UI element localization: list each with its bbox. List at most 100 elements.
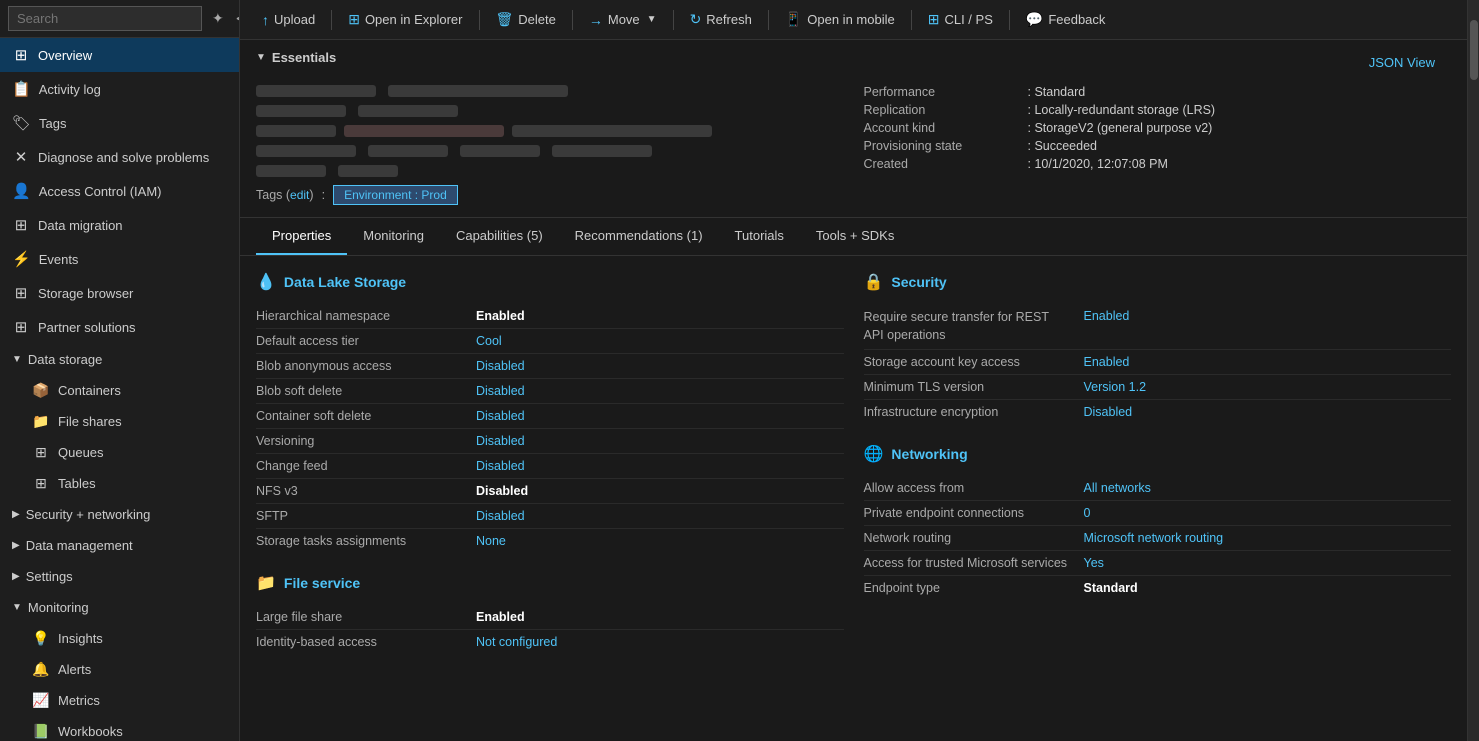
prop-sftp-key: SFTP — [256, 509, 476, 523]
sidebar-item-tables[interactable]: ⊞ Tables — [0, 468, 239, 499]
alerts-label: Alerts — [58, 662, 91, 677]
containers-icon: 📦 — [32, 382, 50, 399]
prop-blob-anonymous-key: Blob anonymous access — [256, 359, 476, 373]
metrics-label: Metrics — [58, 693, 100, 708]
essentials-row-5 — [256, 165, 844, 177]
prop-trusted-services: Access for trusted Microsoft services Ye… — [864, 551, 1452, 576]
file-service-title: 📁 File service — [256, 573, 844, 593]
toolbar-divider-5 — [768, 10, 769, 30]
prop-identity-access-value[interactable]: Not configured — [476, 635, 844, 649]
essentials-title: Essentials — [272, 50, 336, 65]
sidebar-item-partner-solutions[interactable]: ⊞ Partner solutions — [0, 310, 239, 344]
open-explorer-icon: ⊞ — [348, 11, 360, 28]
delete-button[interactable]: 🗑 Delete — [486, 6, 566, 33]
tags-row: Tags (edit) : Environment : Prod — [256, 185, 1451, 205]
tab-monitoring[interactable]: Monitoring — [347, 218, 440, 255]
security-section: 🔒 Security Require secure transfer for R… — [864, 272, 1452, 424]
sidebar-section-monitoring[interactable]: ▼ Monitoring — [0, 592, 239, 623]
sidebar-item-file-shares[interactable]: 📁 File shares — [0, 406, 239, 437]
sidebar-item-metrics[interactable]: 📈 Metrics — [0, 685, 239, 716]
sidebar-item-diagnose[interactable]: ✕ Diagnose and solve problems — [0, 140, 239, 174]
prop-container-soft-delete: Container soft delete Disabled — [256, 404, 844, 429]
sidebar-section-data-management[interactable]: ▶ Data management — [0, 530, 239, 561]
settings-label: Settings — [26, 569, 73, 584]
sidebar-item-access-control[interactable]: 👤 Access Control (IAM) — [0, 174, 239, 208]
sidebar-item-insights[interactable]: 💡 Insights — [0, 623, 239, 654]
blurred-field-4d — [552, 145, 652, 157]
prop-allow-access-value[interactable]: All networks — [1084, 481, 1452, 495]
essentials-section: ▼ Essentials JSON View — [240, 40, 1467, 218]
refresh-button[interactable]: ↻ Refresh — [680, 6, 762, 33]
workbooks-icon: 📗 — [32, 723, 50, 740]
prop-storage-key-access-key: Storage account key access — [864, 355, 1084, 369]
json-view-link[interactable]: JSON View — [1369, 55, 1435, 70]
open-explorer-button[interactable]: ⊞ Open in Explorer — [338, 6, 472, 33]
feedback-button[interactable]: 💬 Feedback — [1016, 6, 1116, 33]
prop-versioning: Versioning Disabled — [256, 429, 844, 454]
prop-network-routing: Network routing Microsoft network routin… — [864, 526, 1452, 551]
storage-browser-icon: ⊞ — [12, 284, 30, 302]
scrollbar-thumb[interactable] — [1470, 20, 1478, 80]
search-input[interactable] — [8, 6, 202, 31]
sidebar-item-alerts[interactable]: 🔔 Alerts — [0, 654, 239, 685]
open-mobile-button[interactable]: 📱 Open in mobile — [775, 6, 905, 33]
vertical-scrollbar[interactable] — [1467, 0, 1479, 741]
blurred-field-4c — [460, 145, 540, 157]
essentials-prop-performance: Performance : Standard — [864, 85, 1452, 99]
prop-min-tls-value[interactable]: Version 1.2 — [1084, 380, 1452, 394]
prop-private-endpoint-value[interactable]: 0 — [1084, 506, 1452, 520]
prop-large-file-share-key: Large file share — [256, 610, 476, 624]
tab-tools-sdks[interactable]: Tools + SDKs — [800, 218, 910, 255]
networking-table: Allow access from All networks Private e… — [864, 476, 1452, 600]
tab-tutorials[interactable]: Tutorials — [719, 218, 800, 255]
tab-recommendations[interactable]: Recommendations (1) — [559, 218, 719, 255]
sidebar-section-settings[interactable]: ▶ Settings — [0, 561, 239, 592]
sidebar-item-events-label: Events — [39, 252, 79, 267]
blurred-field-5b — [338, 165, 398, 177]
prop-trusted-services-value[interactable]: Yes — [1084, 556, 1452, 570]
tags-edit-link[interactable]: edit — [290, 188, 309, 202]
toolbar-divider-6 — [911, 10, 912, 30]
security-section-icon: 🔒 — [864, 272, 884, 292]
prop-storage-key-access-value[interactable]: Enabled — [1084, 355, 1452, 369]
file-service-label: File service — [284, 575, 360, 591]
tab-properties[interactable]: Properties — [256, 218, 347, 255]
collapse-button[interactable]: ≪ — [232, 8, 240, 29]
sidebar-item-storage-browser[interactable]: ⊞ Storage browser — [0, 276, 239, 310]
toolbar-divider-2 — [479, 10, 480, 30]
sidebar-item-overview[interactable]: ⊞ Overview — [0, 38, 239, 72]
sidebar-item-tags[interactable]: 🏷 Tags — [0, 106, 239, 140]
prop-default-access-tier-value[interactable]: Cool — [476, 334, 844, 348]
sidebar-section-security-networking[interactable]: ▶ Security + networking — [0, 499, 239, 530]
sidebar-item-workbooks[interactable]: 📗 Workbooks — [0, 716, 239, 741]
prop-storage-tasks-value[interactable]: None — [476, 534, 844, 548]
sidebar-item-data-migration[interactable]: ⊞ Data migration — [0, 208, 239, 242]
upload-button[interactable]: ↑ Upload — [252, 7, 325, 33]
tag-badge[interactable]: Environment : Prod — [333, 185, 458, 205]
essentials-header: ▼ Essentials — [256, 50, 336, 65]
sidebar-item-events[interactable]: ⚡ Events — [0, 242, 239, 276]
essentials-left — [256, 85, 844, 177]
tab-capabilities[interactable]: Capabilities (5) — [440, 218, 559, 255]
prop-versioning-key: Versioning — [256, 434, 476, 448]
prop-secure-transfer-value[interactable]: Enabled — [1084, 309, 1452, 323]
sidebar-item-containers[interactable]: 📦 Containers — [0, 375, 239, 406]
prop-identity-access: Identity-based access Not configured — [256, 630, 844, 654]
sidebar: ✦ ≪ ⊞ Overview 📋 Activity log 🏷 Tags ✕ D… — [0, 0, 240, 741]
toolbar-divider-7 — [1009, 10, 1010, 30]
security-networking-label: Security + networking — [26, 507, 151, 522]
prop-infra-encryption: Infrastructure encryption Disabled — [864, 400, 1452, 424]
prop-sftp-value: Disabled — [476, 509, 844, 523]
sidebar-item-queues[interactable]: ⊞ Queues — [0, 437, 239, 468]
prop-trusted-services-key: Access for trusted Microsoft services — [864, 556, 1084, 570]
prop-network-routing-value[interactable]: Microsoft network routing — [1084, 531, 1452, 545]
prop-default-access-tier-key: Default access tier — [256, 334, 476, 348]
sidebar-section-data-storage[interactable]: ▼ Data storage — [0, 344, 239, 375]
sidebar-item-activity-log[interactable]: 📋 Activity log — [0, 72, 239, 106]
prop-sftp: SFTP Disabled — [256, 504, 844, 529]
cli-ps-button[interactable]: ⊞ CLI / PS — [918, 6, 1003, 33]
move-button[interactable]: → Move ▼ — [579, 7, 667, 33]
insights-icon: 💡 — [32, 630, 50, 647]
pin-button[interactable]: ✦ — [208, 8, 228, 29]
prop-storage-key-access: Storage account key access Enabled — [864, 350, 1452, 375]
